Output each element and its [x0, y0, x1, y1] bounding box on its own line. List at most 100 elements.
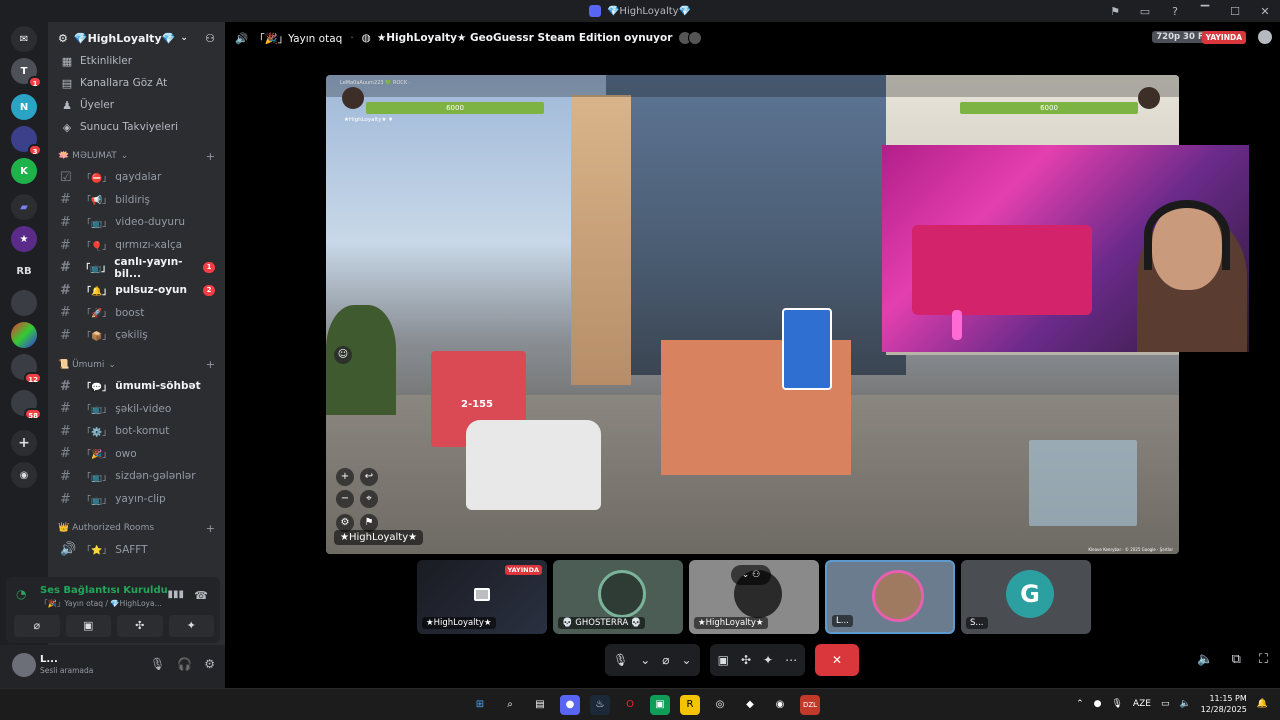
add-channel-icon[interactable]: +	[206, 150, 215, 163]
category-header[interactable]: 👑 Authorized Rooms +	[48, 518, 225, 538]
channel-bildiris[interactable]: # 「📢」 bildiriş	[48, 189, 225, 212]
tray-app-icon[interactable]: ●	[1094, 699, 1102, 709]
add-server-icon[interactable]: +	[11, 430, 37, 456]
maximize-button[interactable]: ☐	[1220, 5, 1250, 18]
app-icon[interactable]: ◉	[770, 695, 790, 715]
category-header[interactable]: 🪷 MƏLUMAT ⌄ +	[48, 146, 225, 166]
channel-canli-yayin[interactable]: # 「📺」 canlı-yayın-bil... 1	[48, 256, 225, 280]
channel-umumi-sohbet[interactable]: # 「💬」 ümumi-söhbət	[48, 375, 225, 398]
participant-tile[interactable]: ⌄ ⚇ ★HighLoyalty★	[689, 560, 819, 634]
channel-sizden-gelenler[interactable]: # 「📺」 sizdən-gələnlər	[48, 465, 225, 488]
add-channel-icon[interactable]: +	[206, 522, 215, 535]
app-icon[interactable]: R	[680, 695, 700, 715]
microphone-icon[interactable]: 🎙	[1111, 699, 1122, 709]
zoom-in-icon[interactable]: +	[336, 468, 354, 486]
channel-sekil-video[interactable]: # 「📺」 şəkil-video	[48, 397, 225, 420]
volume-icon[interactable]: 🔈	[1197, 652, 1213, 667]
steam-icon[interactable]: ♨	[590, 695, 610, 715]
guild-icon[interactable]: N	[11, 94, 37, 120]
channel-cekilis[interactable]: # 「📦」 çəkiliş	[48, 324, 225, 347]
close-button[interactable]: ✕	[1250, 5, 1280, 18]
folder-icon[interactable]: ▰	[11, 194, 37, 220]
chevron-up-icon[interactable]: ⌃	[1076, 699, 1084, 709]
app-icon[interactable]: DZL	[800, 695, 820, 715]
notification-bell-icon[interactable]: 🔔	[1257, 699, 1268, 709]
microphone-icon[interactable]: 🎙	[150, 657, 165, 671]
guild-folder-icon[interactable]: 12	[11, 354, 42, 384]
guild-icon[interactable]: T1	[11, 58, 42, 88]
channel-qaydalar[interactable]: ☑ 「⛔」 qaydalar	[48, 166, 225, 189]
fullscreen-icon[interactable]: ⛶	[1259, 652, 1268, 667]
pop-out-icon[interactable]: ⧉	[1232, 652, 1241, 667]
network-icon[interactable]: ▭	[1161, 699, 1170, 709]
soundboard-icon[interactable]: ✦	[763, 653, 773, 667]
guild-folder-icon[interactable]: 58	[11, 390, 42, 420]
location-pin-icon[interactable]: ⌖	[360, 490, 378, 508]
channel-pulsuz-oyun[interactable]: # 「🔔」 pulsuz-oyun 2	[48, 279, 225, 302]
inbox-icon[interactable]: ⚑	[1100, 5, 1130, 18]
participant-tile[interactable]: YAYINDA ★HighLoyalty★	[417, 560, 547, 634]
more-options-icon[interactable]: ⋯	[785, 653, 797, 667]
guild-icon[interactable]: 3	[11, 126, 42, 156]
share-screen-icon[interactable]: ▣	[718, 653, 729, 667]
activities-button[interactable]: ✣	[117, 615, 163, 637]
help-icon[interactable]: ?	[1160, 5, 1190, 18]
signal-icon[interactable]: ◔	[16, 587, 26, 601]
chat-icon[interactable]	[1258, 30, 1272, 44]
channel-qirmizi-xalca[interactable]: # 「🎈」 qırmızı-xalça	[48, 234, 225, 257]
channel-video-duyuru[interactable]: # 「📺」 video-duyuru	[48, 211, 225, 234]
soundboard-button[interactable]: ✦	[168, 615, 214, 637]
chrome-icon[interactable]: ◎	[710, 695, 730, 715]
direct-messages-icon[interactable]: ✉	[11, 26, 37, 52]
channel-owo[interactable]: # 「🎉」 owo	[48, 443, 225, 466]
clock[interactable]: 11:15 PM 12/28/2025	[1201, 693, 1247, 715]
chevron-down-icon[interactable]: ⌄	[640, 653, 650, 667]
channel-bot-komut[interactable]: # 「⚙️」 bot-komut	[48, 420, 225, 443]
nav-members[interactable]: ♟ Üyeler	[48, 94, 225, 116]
guild-icon[interactable]	[11, 290, 37, 316]
username[interactable]: L...	[40, 654, 58, 665]
start-menu-icon[interactable]: ⊞	[470, 695, 490, 715]
channel-boost[interactable]: # 「🚀」 boost	[48, 302, 225, 325]
voice-channel-safft[interactable]: 🔊 「⭐」 SAFFT	[48, 538, 225, 561]
disconnect-button[interactable]: ✕	[815, 644, 860, 676]
guild-icon[interactable]: K	[11, 158, 37, 184]
search-icon[interactable]: ⌕	[500, 695, 520, 715]
participant-tile[interactable]: G S...	[961, 560, 1091, 634]
channel-yayin-clip[interactable]: # 「📺」 yayın-clip	[48, 488, 225, 511]
guild-icon[interactable]	[11, 322, 37, 348]
discord-taskbar-icon[interactable]: ●	[560, 695, 580, 715]
headphones-icon[interactable]: 🎧	[177, 657, 192, 671]
add-channel-icon[interactable]: +	[206, 358, 215, 371]
app-icon[interactable]: ▣	[650, 695, 670, 715]
undo-icon[interactable]: ↩	[360, 468, 378, 486]
share-screen-button[interactable]: ▣	[65, 615, 111, 637]
nav-browse-channels[interactable]: ▤ Kanallara Göz At	[48, 72, 225, 94]
volume-icon[interactable]: 🔈	[1179, 699, 1190, 709]
discover-icon[interactable]: ◉	[11, 462, 37, 488]
voice-channel-path[interactable]: 「🎉」Yayın otaq / 💎HighLoya...	[40, 598, 162, 609]
noise-suppression-icon[interactable]: ▮▮▮	[167, 589, 184, 600]
emoji-icon[interactable]: ☺	[334, 346, 352, 364]
file-explorer-icon[interactable]: ▤	[530, 695, 550, 715]
language-indicator[interactable]: AZE	[1133, 699, 1151, 709]
opera-icon[interactable]: O	[620, 695, 640, 715]
guess-minimap[interactable]	[1029, 440, 1137, 526]
minimize-button[interactable]: ▔	[1190, 5, 1220, 18]
chevron-down-icon[interactable]: ⌄	[682, 653, 692, 667]
camera-off-icon[interactable]: ⌀	[662, 653, 669, 667]
voice-status[interactable]: Ses Bağlantısı Kuruldu	[40, 585, 168, 596]
settings-gear-icon[interactable]: ⚙	[204, 657, 215, 671]
camera-off-button[interactable]: ⌀	[14, 615, 60, 637]
guild-icon[interactable]: ★	[11, 226, 37, 252]
nav-server-boosts[interactable]: ◈ Sunucu Takviyeleri	[48, 116, 225, 138]
participant-tile[interactable]: 💀 GHOSTERRA 💀	[553, 560, 683, 634]
microphone-icon[interactable]: 🎙	[613, 653, 628, 667]
category-header[interactable]: 📜 Ümumi ⌄ +	[48, 355, 225, 375]
zoom-out-icon[interactable]: −	[336, 490, 354, 508]
app-icon[interactable]: ◆	[740, 695, 760, 715]
activities-icon[interactable]: ✣	[741, 653, 751, 667]
invite-people-icon[interactable]: ⚇	[205, 32, 215, 45]
tile-options-overlay[interactable]: ⌄ ⚇	[731, 565, 771, 585]
participant-tile[interactable]: L...	[825, 560, 955, 634]
